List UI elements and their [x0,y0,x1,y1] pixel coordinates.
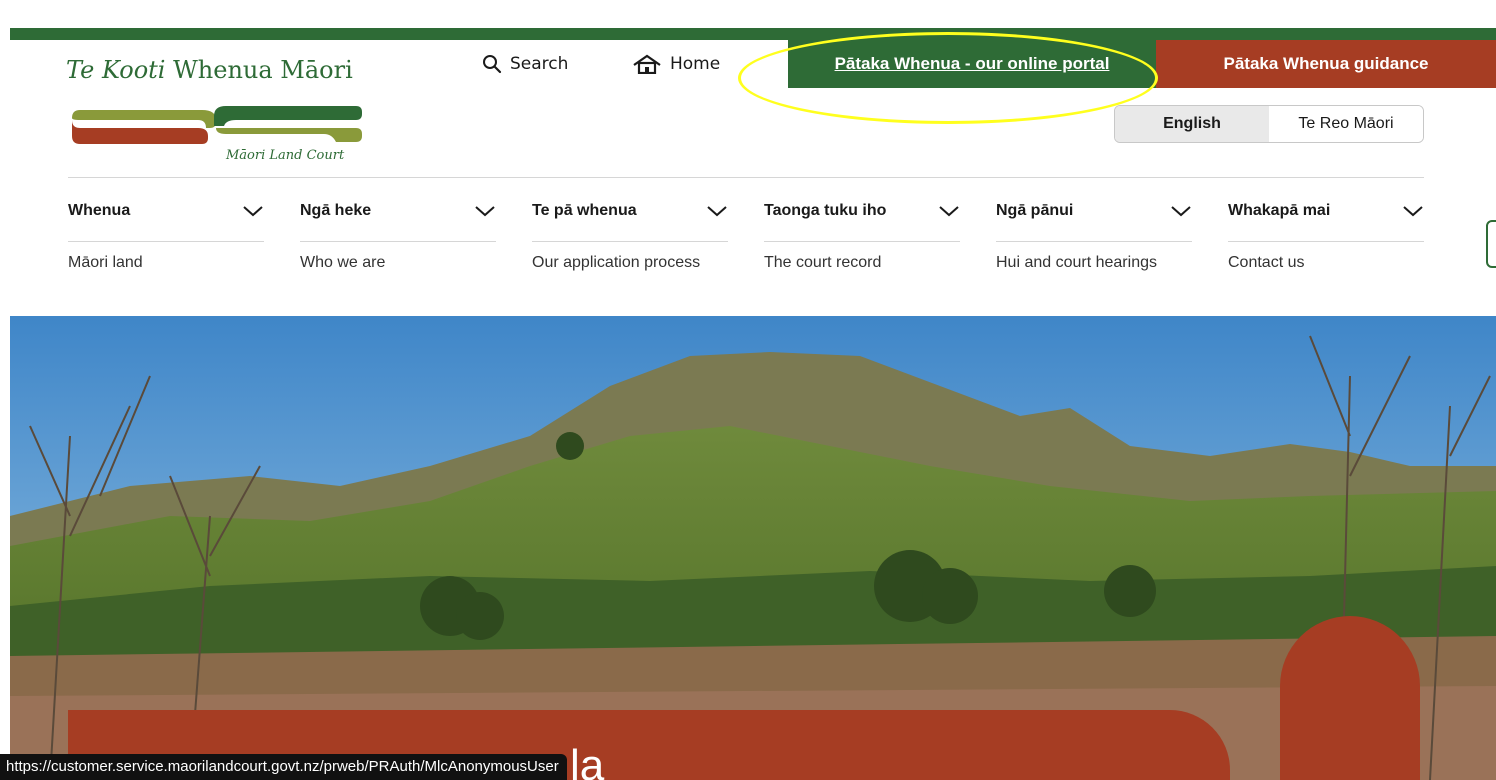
nav-heading[interactable]: Ngā heke [300,196,496,226]
nav-divider [1228,241,1424,242]
hero-decorative-shape [1280,616,1420,780]
top-whitespace [0,0,1496,28]
search-icon [483,55,502,74]
header-top-rule [10,28,1496,40]
search-label: Search [510,54,569,74]
nav-item-taonga-tuku-iho: Taonga tuku iho The court record [764,196,960,272]
logo-subtitle: Māori Land Court [226,148,345,163]
chevron-down-icon[interactable] [706,204,728,218]
nav-heading-label: Ngā heke [300,202,372,219]
nav-item-te-pa-whenua: Te pā whenua Our application process [532,196,728,272]
chevron-down-icon[interactable] [242,204,264,218]
chevron-down-icon[interactable] [938,204,960,218]
side-feedback-tab[interactable] [1486,220,1496,268]
home-link[interactable]: Home [632,52,720,76]
nav-heading[interactable]: Whenua [68,196,264,226]
portal-guidance-link[interactable]: Pātaka Whenua guidance [1224,54,1429,74]
site-logo[interactable]: Te Kooti Whenua Māori Māori Land Court [66,56,386,166]
nav-divider [764,241,960,242]
chevron-down-icon[interactable] [1402,204,1424,218]
nav-heading-label: Whakapā mai [1228,202,1331,219]
logo-title-rest: Whenua Māori [165,56,353,84]
language-option-english[interactable]: English [1115,106,1269,142]
chevron-down-icon[interactable] [1170,204,1192,218]
nav-heading-label: Taonga tuku iho [764,202,887,219]
nav-item-whakapa-mai: Whakapā mai Contact us [1228,196,1424,272]
link-hover-status-bar: https://customer.service.maorilandcourt.… [0,754,567,780]
website-page: Te Kooti Whenua Māori Māori Land Court S… [10,28,1496,780]
logo-title: Te Kooti Whenua Māori [66,56,353,84]
nav-sub-link[interactable]: Our application process [532,254,728,272]
nav-divider [68,241,264,242]
nav-heading[interactable]: Taonga tuku iho [764,196,960,226]
nav-heading-label: Whenua [68,202,131,219]
nav-item-nga-panui: Ngā pānui Hui and court hearings [996,196,1192,272]
logo-title-italic: Te Kooti [66,56,166,84]
online-portal-link[interactable]: Pātaka Whenua - our online portal [835,54,1110,74]
search-link[interactable]: Search [482,52,568,76]
nav-heading[interactable]: Te pā whenua [532,196,728,226]
nav-heading[interactable]: Whakapā mai [1228,196,1424,226]
language-toggle: English Te Reo Māori [1114,105,1424,143]
online-portal-tab[interactable]: Pātaka Whenua - our online portal [788,40,1156,88]
nav-sub-link[interactable]: Contact us [1228,254,1424,272]
chevron-down-icon[interactable] [474,204,496,218]
nav-sub-link[interactable]: Who we are [300,254,496,272]
nav-divider [532,241,728,242]
hero-heading-partial: la [570,741,605,780]
nav-sub-link[interactable]: Māori land [68,254,264,272]
hero-banner: la [10,316,1496,780]
language-option-te-reo[interactable]: Te Reo Māori [1269,106,1423,142]
nav-sub-link[interactable]: The court record [764,254,960,272]
portal-guidance-tab[interactable]: Pātaka Whenua guidance [1156,40,1496,88]
logo-graphic [72,106,362,144]
house-icon [633,54,661,74]
nav-heading[interactable]: Ngā pānui [996,196,1192,226]
nav-sub-link[interactable]: Hui and court hearings [996,254,1192,272]
nav-item-whenua: Whenua Māori land [68,196,264,272]
nav-item-nga-heke: Ngā heke Who we are [300,196,496,272]
nav-top-divider [68,177,1424,178]
nav-heading-label: Ngā pānui [996,202,1074,219]
main-navigation: Whenua Māori land Ngā heke Who we are Te… [68,196,1428,296]
home-label: Home [670,54,721,74]
nav-heading-label: Te pā whenua [532,202,637,219]
nav-divider [300,241,496,242]
nav-divider [996,241,1192,242]
